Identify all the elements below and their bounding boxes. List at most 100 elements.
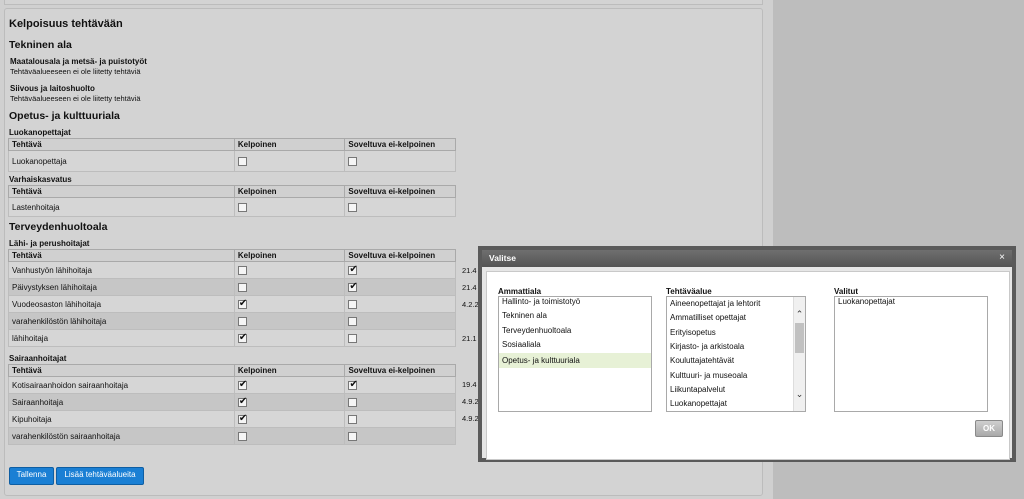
task-name: Kipuhoitaja [8, 410, 235, 428]
kelpoinen-checkbox[interactable] [237, 431, 247, 441]
table-row: Kotisairaanhoidon sairaanhoitaja [8, 376, 456, 394]
save-button[interactable]: Tallenna [9, 467, 54, 485]
task-table-lahihoitajat: Tehtävä Kelpoinen Soveltuva ei-kelpoinen… [8, 249, 456, 347]
col-soveltuva: Soveltuva ei-kelpoinen [344, 364, 456, 377]
list-item[interactable]: Sosiaaliala [502, 340, 541, 349]
group-name: Varhaiskasvatus [9, 175, 72, 184]
col-soveltuva: Soveltuva ei-kelpoinen [344, 249, 456, 262]
table-row: Luokanopettaja [8, 150, 456, 172]
soveltuva-checkbox[interactable] [348, 379, 358, 390]
col-task: Tehtävä [8, 185, 235, 198]
table-row: Kipuhoitaja [8, 410, 456, 428]
col-kelpoinen: Kelpoinen [233, 249, 346, 262]
soveltuva-checkbox[interactable] [348, 202, 358, 212]
table-row: Päivystyksen lähihoitaja [8, 278, 456, 296]
add-task-areas-button[interactable]: Lisää tehtäväalueita [56, 467, 144, 485]
valitut-list[interactable]: Luokanopettajat [834, 296, 988, 412]
date-text: 4.9.2 [462, 414, 479, 423]
kelpoinen-checkbox[interactable] [237, 413, 247, 424]
dialog-titlebar[interactable]: Valitse × [482, 250, 1012, 267]
section-heading-tekninen: Tekninen ala [9, 39, 72, 51]
soveltuva-checkbox[interactable] [348, 414, 358, 424]
task-name: Päivystyksen lähihoitaja [8, 278, 235, 296]
kelpoinen-checkbox[interactable] [237, 282, 247, 292]
list-item[interactable]: Ammatilliset opettajat [670, 313, 746, 322]
kelpoinen-checkbox[interactable] [237, 316, 247, 326]
table-row: Sairaanhoitaja [8, 393, 456, 411]
list-item[interactable]: Luokanopettajat [670, 399, 727, 408]
kelpoinen-checkbox[interactable] [237, 265, 247, 275]
subarea-name: Siivous ja laitoshuolto [10, 84, 95, 93]
col-kelpoinen: Kelpoinen [233, 185, 346, 198]
soveltuva-checkbox[interactable] [348, 264, 358, 275]
soveltuva-checkbox[interactable] [348, 281, 358, 292]
task-name: Luokanopettaja [8, 150, 235, 172]
tehtavaalue-list[interactable]: Aineenopettajat ja lehtorit Ammatilliset… [666, 296, 806, 412]
kelpoinen-checkbox[interactable] [237, 202, 247, 212]
soveltuva-checkbox[interactable] [348, 333, 358, 343]
table-row: varahenkilöstön sairaanhoitaja [8, 427, 456, 445]
group-name: Lähi- ja perushoitajat [9, 239, 90, 248]
soveltuva-checkbox[interactable] [348, 299, 358, 309]
date-text: 21.4 [462, 266, 477, 275]
list-item[interactable]: Liikuntapalvelut [670, 385, 725, 394]
task-name: Lastenhoitaja [8, 197, 235, 217]
table-row: Vanhustyön lähihoitaja [8, 261, 456, 279]
table-row: Vuodeosaston lähihoitaja [8, 295, 456, 313]
kelpoinen-checkbox[interactable] [237, 379, 247, 390]
list-item[interactable]: Kulttuuri- ja museoala [670, 371, 747, 380]
table-row: varahenkilöstön lähihoitaja [8, 312, 456, 330]
ok-button[interactable]: OK [975, 420, 1003, 437]
subarea-name: Maatalousala ja metsä- ja puistotyöt [10, 57, 147, 66]
select-dialog: Valitse × Ammattiala Hallinto- ja toimis… [478, 246, 1016, 462]
tehtavaalue-label: Tehtäväalue [666, 287, 712, 296]
soveltuva-checkbox[interactable] [348, 316, 358, 326]
group-name: Sairaanhoitajat [9, 354, 67, 363]
list-item[interactable]: Aineenopettajat ja lehtorit [670, 299, 760, 308]
date-text: 4.2.2 [462, 300, 479, 309]
list-item-selected[interactable]: Opetus- ja kulttuuriala [499, 353, 651, 368]
kelpoinen-checkbox[interactable] [237, 396, 247, 407]
chevron-up-icon[interactable]: ⌃ [794, 309, 805, 320]
kelpoinen-checkbox[interactable] [237, 156, 247, 166]
scrollbar-thumb[interactable] [795, 323, 804, 353]
dialog-body: Ammattiala Hallinto- ja toimistotyö Tekn… [486, 271, 1010, 460]
subarea-note: Tehtäväalueeseen ei ole liitetty tehtävi… [10, 67, 141, 76]
date-text: 4.9.2 [462, 397, 479, 406]
task-name: Vanhustyön lähihoitaja [8, 261, 235, 279]
previous-panel-edge [4, 0, 763, 5]
chevron-down-icon[interactable]: ⌄ [794, 389, 805, 400]
task-table-varhaiskasvatus: Tehtävä Kelpoinen Soveltuva ei-kelpoinen… [8, 185, 456, 217]
list-item[interactable]: Hallinto- ja toimistotyö [502, 297, 580, 306]
list-item[interactable]: Kouluttajatehtävät [670, 356, 734, 365]
col-task: Tehtävä [8, 364, 235, 377]
page-title: Kelpoisuus tehtävään [9, 18, 123, 30]
list-item[interactable]: Luokanopettajat [838, 297, 895, 306]
section-heading-terveydenhuolto: Terveydenhuoltoala [9, 221, 108, 233]
soveltuva-checkbox[interactable] [348, 431, 358, 441]
col-task: Tehtävä [8, 138, 235, 151]
scrollbar[interactable]: ⌃ ⌄ [793, 297, 805, 411]
col-kelpoinen: Kelpoinen [233, 138, 346, 151]
task-name: Sairaanhoitaja [8, 393, 235, 411]
col-soveltuva: Soveltuva ei-kelpoinen [344, 185, 456, 198]
ammattiala-list[interactable]: Hallinto- ja toimistotyö Tekninen ala Te… [498, 296, 652, 412]
task-table-luokanopettajat: Tehtävä Kelpoinen Soveltuva ei-kelpoinen… [8, 138, 456, 172]
soveltuva-checkbox[interactable] [348, 397, 358, 407]
col-task: Tehtävä [8, 249, 235, 262]
kelpoinen-checkbox[interactable] [237, 298, 247, 309]
table-row: Lastenhoitaja [8, 197, 456, 217]
valitut-label: Valitut [834, 287, 859, 296]
soveltuva-checkbox[interactable] [348, 156, 358, 166]
list-item[interactable]: Kirjasto- ja arkistoala [670, 342, 744, 351]
group-name: Luokanopettajat [9, 128, 71, 137]
date-text: 19.4 [462, 380, 477, 389]
kelpoinen-checkbox[interactable] [237, 332, 247, 343]
close-icon[interactable]: × [996, 252, 1008, 264]
section-heading-opetus: Opetus- ja kulttuuriala [9, 110, 120, 122]
list-item[interactable]: Erityisopetus [670, 328, 716, 337]
list-item[interactable]: Tekninen ala [502, 311, 547, 320]
table-row: lähihoitaja [8, 329, 456, 347]
ammattiala-label: Ammattiala [498, 287, 542, 296]
list-item[interactable]: Terveydenhuoltoala [502, 326, 571, 335]
